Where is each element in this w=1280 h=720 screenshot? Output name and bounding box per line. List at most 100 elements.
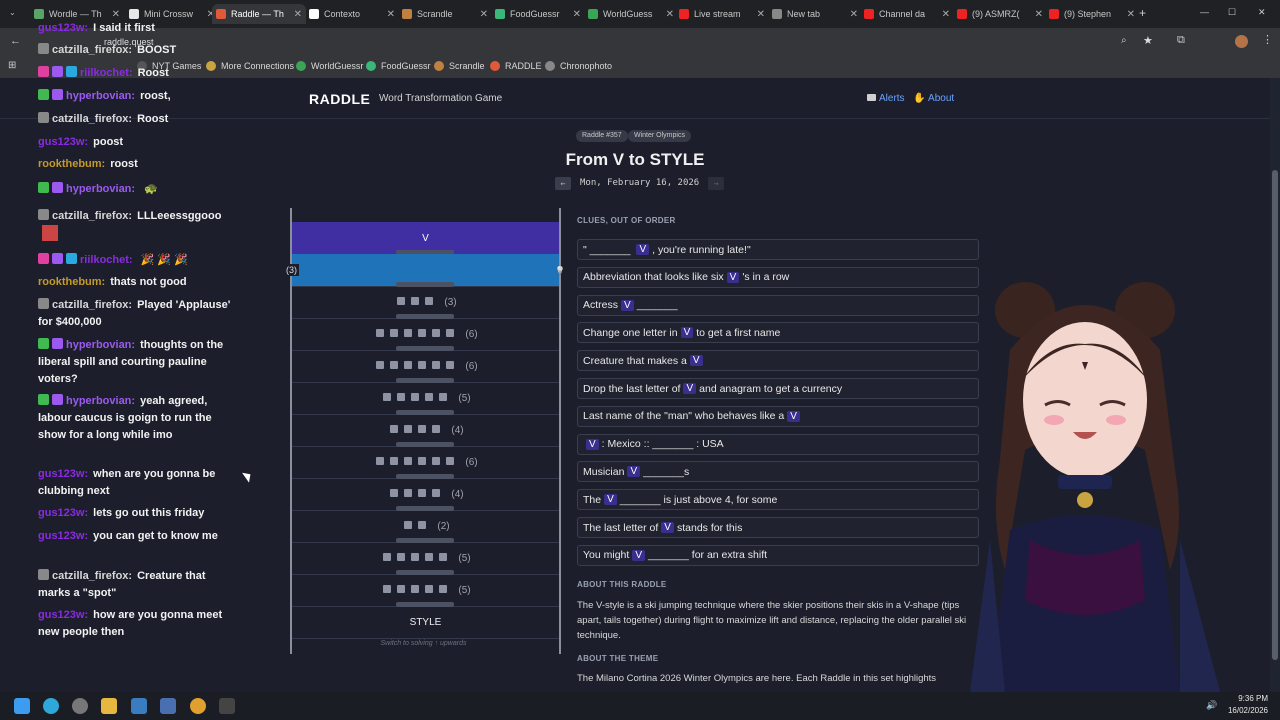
letter-slot xyxy=(425,392,434,401)
bookmark-item[interactable]: WorldGuessr xyxy=(296,61,363,71)
bookmark-star-icon[interactable]: ★ xyxy=(1143,34,1153,47)
file-explorer-icon[interactable] xyxy=(101,698,117,714)
obs-icon[interactable] xyxy=(72,698,88,714)
tab-label: Contexto xyxy=(324,9,361,19)
chat-badge-icon xyxy=(52,182,63,193)
vtuber-app-icon[interactable] xyxy=(160,698,176,714)
emote-icon: 🎉 xyxy=(140,254,155,266)
letter-count: (4) xyxy=(451,488,464,500)
clue-item[interactable]: V : Mexico :: _______ : USA xyxy=(577,433,979,455)
letter-slot xyxy=(411,584,420,593)
app-icon[interactable] xyxy=(219,698,235,714)
browser-tab[interactable]: (9) Stephen ✕ xyxy=(1045,4,1139,24)
zoom-icon[interactable]: ⌕ xyxy=(1121,35,1127,46)
close-tab-icon[interactable]: ✕ xyxy=(942,9,950,20)
clue-text: The last letter of xyxy=(583,521,659,534)
hint-icon[interactable]: 💡 xyxy=(555,266,565,275)
browser-tab[interactable]: Contexto ✕ xyxy=(305,4,399,24)
clue-item[interactable]: Actress V _______ xyxy=(577,294,979,316)
chat-username: gus123w: xyxy=(38,22,89,34)
letter-slot xyxy=(404,424,413,433)
browser-tab[interactable]: Live stream ✕ xyxy=(675,4,769,24)
clue-item[interactable]: Abbreviation that looks like six V's in … xyxy=(577,266,979,288)
close-tab-icon[interactable]: ✕ xyxy=(1035,9,1043,20)
chat-badge-icon xyxy=(38,253,49,264)
close-tab-icon[interactable]: ✕ xyxy=(480,9,488,20)
close-tab-icon[interactable]: ✕ xyxy=(387,9,395,20)
photos-icon[interactable] xyxy=(131,698,147,714)
maximize-icon[interactable]: ☐ xyxy=(1228,7,1236,18)
letter-count: (6) xyxy=(465,360,478,372)
alerts-icon[interactable] xyxy=(867,94,876,101)
chat-message: gus123w: I said it first xyxy=(38,20,233,37)
prev-day-button[interactable]: ← xyxy=(555,176,571,190)
browser-tab[interactable]: WorldGuess ✕ xyxy=(584,4,678,24)
next-day-button[interactable]: → xyxy=(708,176,725,190)
browser-tab[interactable]: New tab ✕ xyxy=(768,4,862,24)
close-tab-icon[interactable]: ✕ xyxy=(1127,9,1135,20)
chat-text: you can get to know me xyxy=(93,530,218,542)
clue-text: The xyxy=(583,493,602,506)
chat-username: catzilla_firefox: xyxy=(52,113,133,125)
browser-tab[interactable]: FoodGuessr ✕ xyxy=(491,4,585,24)
clue-item[interactable]: Drop the last letter of V and anagram to… xyxy=(577,378,979,399)
chat-text: thats not good xyxy=(110,276,187,288)
chrome-icon[interactable] xyxy=(190,698,206,714)
letter-slot xyxy=(432,488,441,497)
chat-text: lets go out this friday xyxy=(93,507,205,519)
system-clock[interactable]: 9:36 PM 16/02/2026 xyxy=(1228,693,1268,717)
tab-label: (9) Stephen xyxy=(1064,9,1112,19)
tab-favicon-icon xyxy=(1049,9,1059,19)
extensions-icon[interactable]: ⧉ xyxy=(1177,34,1185,47)
clue-item[interactable]: You might V _______ for an extra shift xyxy=(577,544,979,566)
about-link[interactable]: About xyxy=(928,93,954,104)
browser-tab[interactable]: (9) ASMRZ(✕ xyxy=(953,4,1047,24)
clue-item[interactable]: Last name of the "man" who behaves like … xyxy=(577,405,979,427)
chat-message: riilkochet: 🎉 🎉 🎉 xyxy=(38,252,233,269)
clock-date: 16/02/2026 xyxy=(1227,706,1268,715)
letter-slot xyxy=(404,456,413,465)
alerts-link[interactable]: Alerts xyxy=(879,93,905,104)
close-tab-icon[interactable]: ✕ xyxy=(666,9,674,20)
profile-avatar[interactable] xyxy=(1235,35,1248,48)
edge-icon[interactable] xyxy=(43,698,59,714)
close-tab-icon[interactable]: ✕ xyxy=(757,9,765,20)
browser-tab[interactable]: Scrandle ✕ xyxy=(398,4,492,24)
bookmark-item[interactable]: FoodGuessr xyxy=(366,61,431,71)
about-icon[interactable]: ✋ xyxy=(913,93,925,104)
clue-item[interactable]: The V _______ is just above 4, for some xyxy=(577,489,979,511)
clue-word-chip: V xyxy=(680,327,694,339)
clue-item[interactable]: " _______ V, you're running late!" xyxy=(577,239,979,260)
raddle-logo[interactable]: RADDLE xyxy=(309,91,370,107)
clue-word-chip: V xyxy=(604,494,617,506)
menu-icon[interactable]: ⋮ xyxy=(1262,33,1273,46)
bookmark-item[interactable]: Chronophoto xyxy=(545,61,612,71)
letter-slots xyxy=(373,328,457,340)
clue-item[interactable]: Creature that makes a V xyxy=(577,350,979,372)
browser-tab[interactable]: Channel da ✕ xyxy=(860,4,954,24)
bookmark-item[interactable]: Scrandle xyxy=(434,61,485,71)
chat-username: gus123w: xyxy=(38,507,89,519)
chat-message: catzilla_firefox: Creature that marks a "… xyxy=(38,568,233,602)
page-scrollbar[interactable] xyxy=(1270,78,1280,692)
clue-item[interactable]: Change one letter in V to get a first na… xyxy=(577,322,979,344)
chat-text: roost, xyxy=(140,90,171,102)
minimize-icon[interactable]: — xyxy=(1200,7,1209,17)
clue-text: You might xyxy=(583,549,630,562)
close-tab-icon[interactable]: ✕ xyxy=(850,9,858,20)
site-tagline: Word Transformation Game xyxy=(379,93,503,104)
volume-icon[interactable]: 🔊 xyxy=(1206,700,1217,711)
solve-direction-toggle[interactable]: Switch to solving ↑ upwards xyxy=(290,640,557,647)
chat-username: gus123w: xyxy=(38,468,89,480)
close-window-icon[interactable]: ✕ xyxy=(1258,7,1266,18)
clue-item[interactable]: The last letter of V stands for this xyxy=(577,517,979,538)
clue-item[interactable]: Musician V _______s xyxy=(577,461,979,483)
bookmark-item[interactable]: RADDLE xyxy=(490,61,542,71)
windows-start-icon[interactable] xyxy=(14,698,30,714)
close-tab-icon[interactable]: ✕ xyxy=(294,9,302,20)
chat-username: gus123w: xyxy=(38,530,89,542)
close-tab-icon[interactable]: ✕ xyxy=(573,9,581,20)
chat-badge-icon xyxy=(38,338,49,349)
scrollbar-thumb[interactable] xyxy=(1272,170,1278,660)
new-tab-button[interactable]: + xyxy=(1139,6,1146,20)
